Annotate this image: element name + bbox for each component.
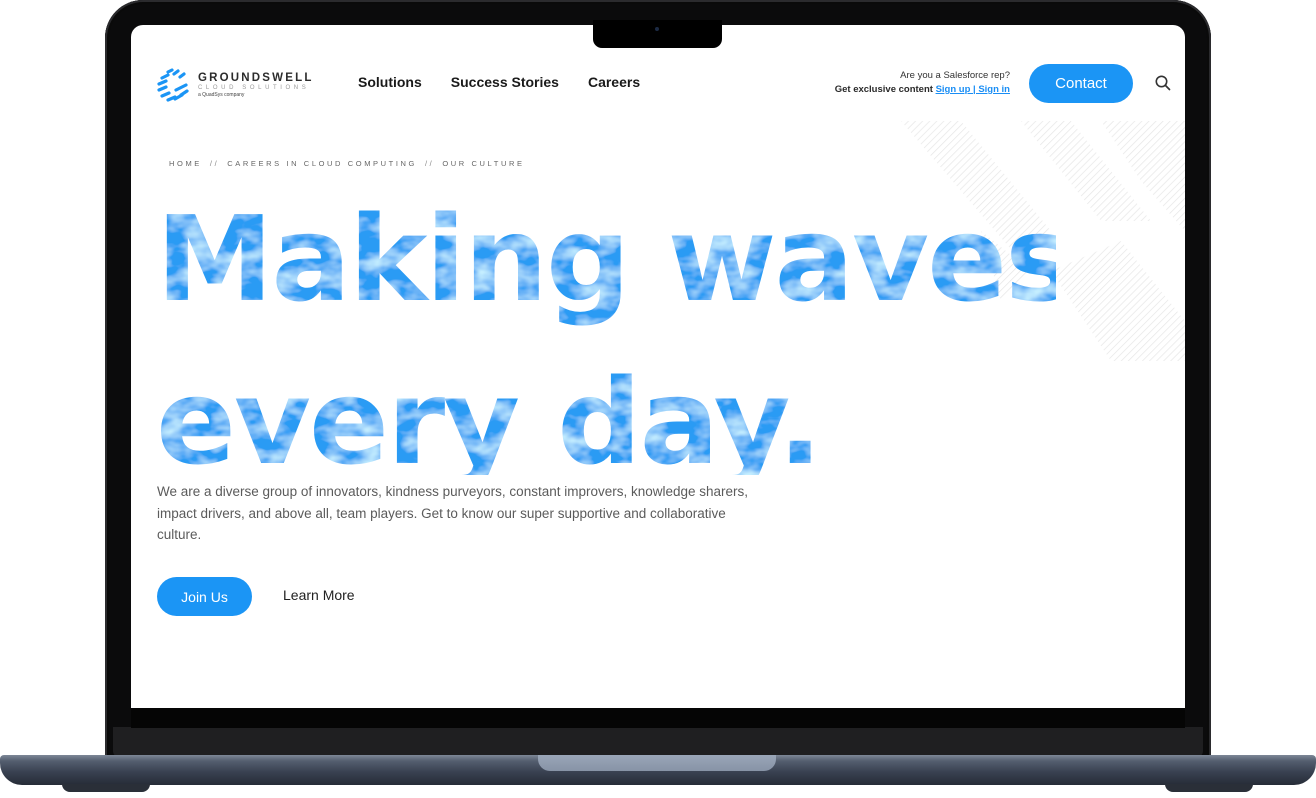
signup-signin-link[interactable]: Sign up | Sign in xyxy=(936,84,1010,95)
breadcrumb-separator: // xyxy=(209,159,220,168)
contact-button[interactable]: Contact xyxy=(1029,64,1133,103)
nav-item-success-stories[interactable]: Success Stories xyxy=(451,74,559,90)
learn-more-link[interactable]: Learn More xyxy=(283,587,355,603)
hero-line1: Making waves xyxy=(156,190,1056,328)
brand-tagline: a QuadSys company xyxy=(198,91,245,98)
groundswell-logo-icon xyxy=(157,68,189,102)
nav-item-careers[interactable]: Careers xyxy=(588,74,640,90)
laptop-opening-lip xyxy=(538,755,776,771)
camera-notch xyxy=(593,20,722,48)
screen-bottom-bezel xyxy=(131,708,1185,728)
hero-line2: every day. xyxy=(156,353,821,475)
breadcrumb-careers[interactable]: CAREERS IN CLOUD COMPUTING xyxy=(227,159,417,168)
search-icon[interactable] xyxy=(1154,74,1172,92)
salesforce-rep-promo: Are you a Salesforce rep? Get exclusive … xyxy=(835,69,1010,97)
breadcrumb-current: OUR CULTURE xyxy=(442,159,525,168)
browser-screen: GROUNDSWELL CLOUD SOLUTIONS a QuadSys co… xyxy=(131,25,1185,708)
brand-subtitle: CLOUD SOLUTIONS xyxy=(198,84,310,91)
promo-line1: Are you a Salesforce rep? xyxy=(900,70,1010,81)
join-us-button[interactable]: Join Us xyxy=(157,577,252,616)
nav-item-solutions[interactable]: Solutions xyxy=(358,74,422,90)
breadcrumb: HOME // CAREERS IN CLOUD COMPUTING // OU… xyxy=(169,159,525,168)
breadcrumb-separator: // xyxy=(424,159,435,168)
hero-headline: Making waves every day. xyxy=(156,185,1056,475)
main-nav: Solutions Success Stories Careers xyxy=(358,74,640,90)
laptop-foot-right xyxy=(1165,784,1253,792)
hero-headline-svg: Making waves every day. xyxy=(156,190,1056,475)
promo-line2: Get exclusive content xyxy=(834,84,933,95)
brand-name: GROUNDSWELL xyxy=(198,71,314,84)
breadcrumb-home[interactable]: HOME xyxy=(169,159,202,168)
laptop-foot-left xyxy=(62,784,150,792)
laptop-chin xyxy=(113,727,1203,757)
hero-description: We are a diverse group of innovators, ki… xyxy=(157,484,749,542)
camera-icon xyxy=(655,27,659,31)
brand-logo[interactable]: GROUNDSWELL CLOUD SOLUTIONS a QuadSys co… xyxy=(156,68,314,102)
